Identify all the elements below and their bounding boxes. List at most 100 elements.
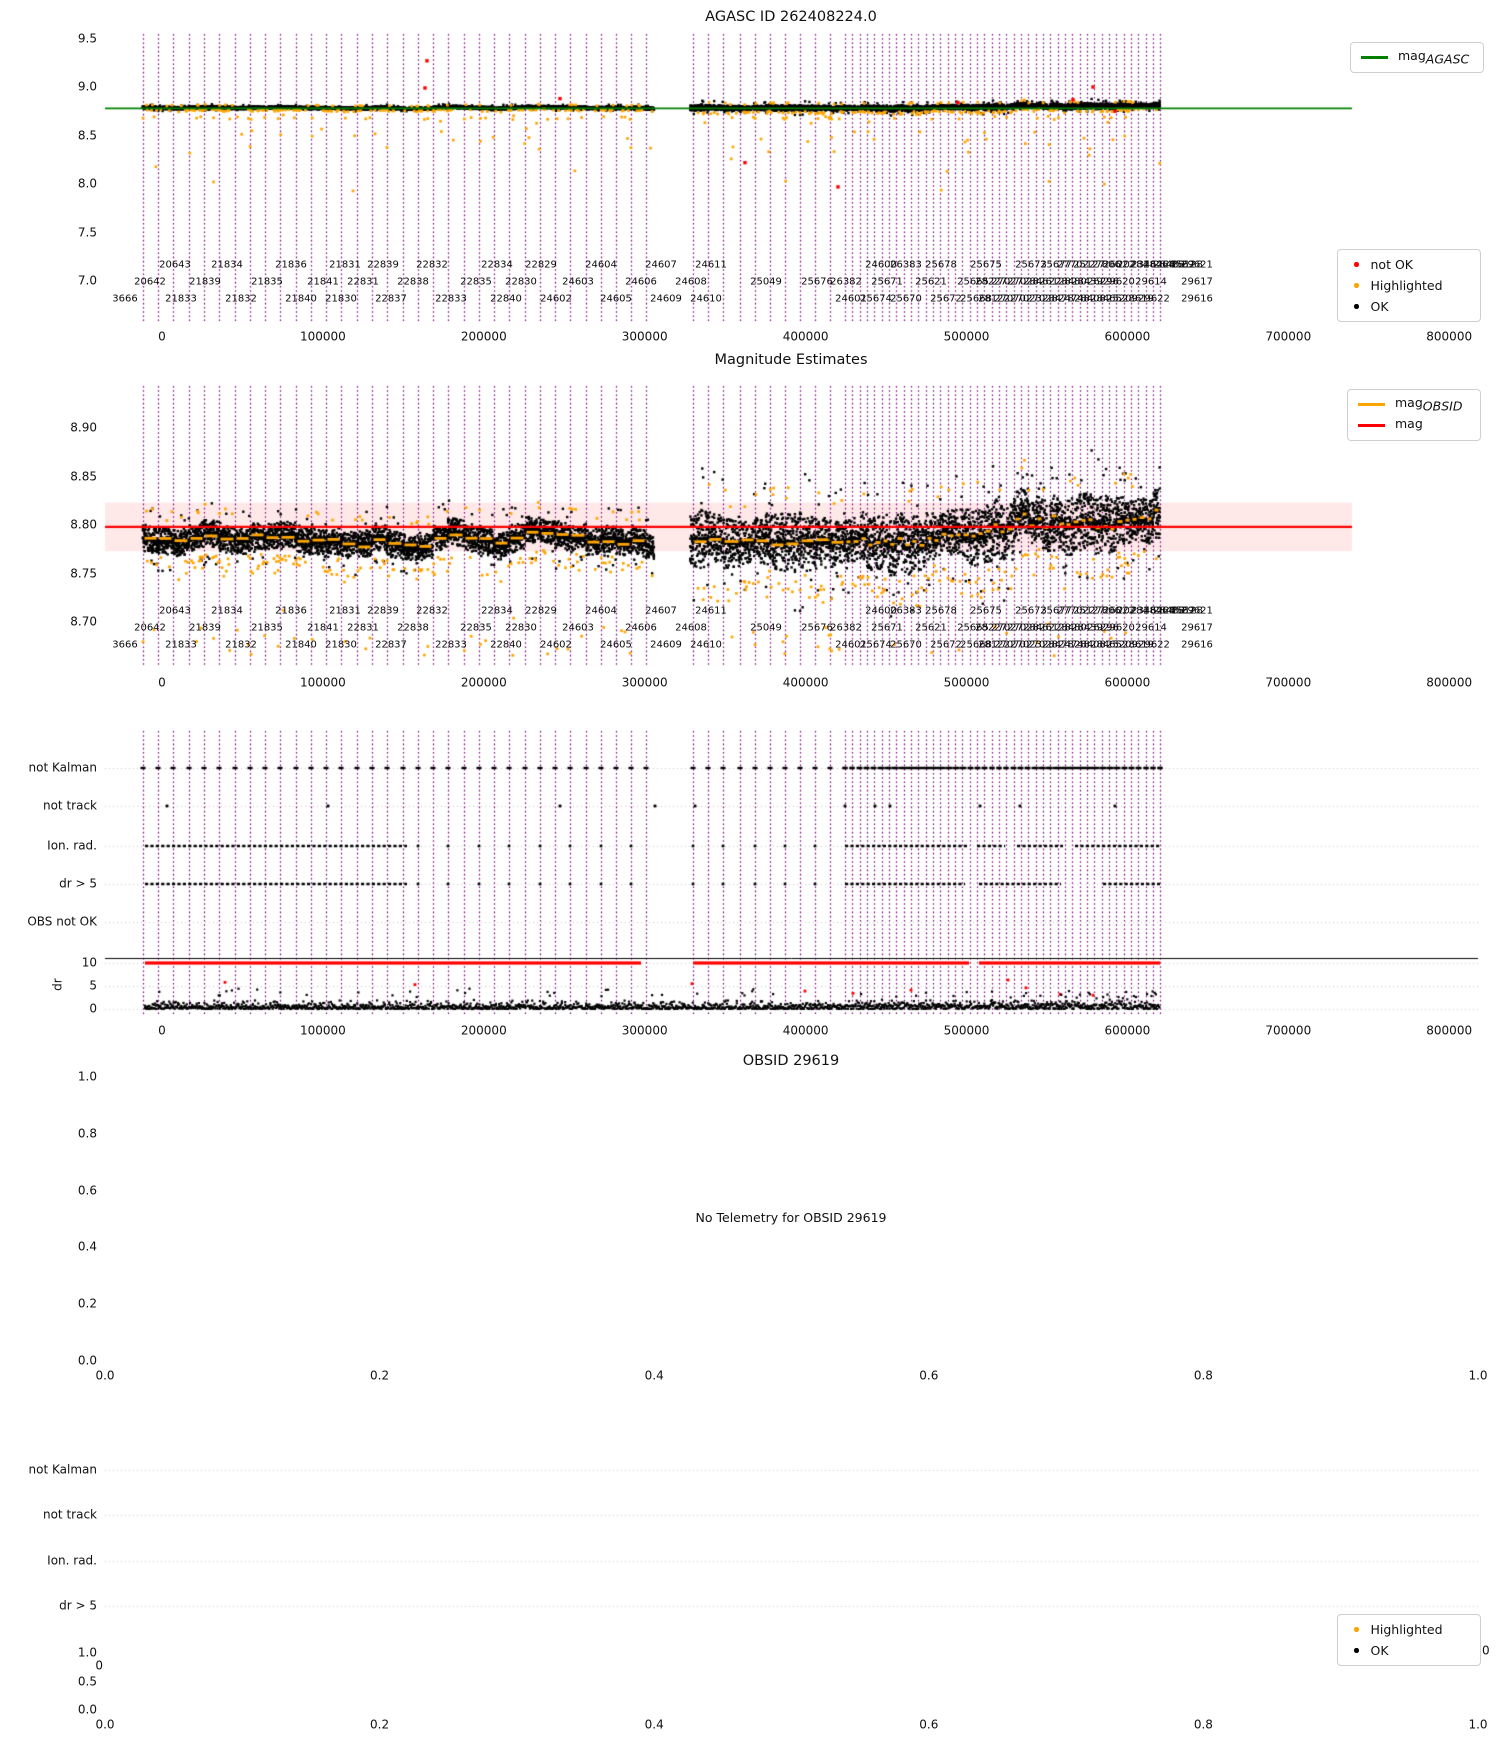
plot2-ytick: 8.90	[70, 420, 97, 435]
plot1-ytick: 8.5	[77, 127, 97, 142]
no-telemetry-message: No Telemetry for OBSID 29619	[695, 1210, 887, 1226]
obsid-label: 25672	[930, 293, 962, 305]
obsid-label: 26383	[890, 259, 922, 271]
legend-item-mag-obsid: magOBSID	[1358, 394, 1470, 415]
obsid-label: 22829	[525, 259, 557, 271]
obsid-label: 25671	[871, 276, 903, 288]
plot4-ytick: 0.0	[77, 1353, 97, 1368]
plot1-ytick: 9.0	[77, 79, 97, 94]
obsid-label: 21835	[251, 622, 283, 634]
black-dot-icon	[1354, 304, 1359, 309]
obsid-label: 21836	[275, 259, 307, 271]
obsid-label: 21833	[165, 293, 197, 305]
obsid-label: 21841	[307, 622, 339, 634]
obsid-label: 24608	[675, 276, 707, 288]
plot5-xtick: 0.6	[919, 1717, 939, 1732]
plot5-right-zero-label: 0	[1482, 1643, 1490, 1658]
obsid-label: 22840	[490, 639, 522, 651]
obsid-label: 24605	[600, 293, 632, 305]
plot5-xtick: 0.4	[644, 1717, 664, 1732]
obsid-label: 29621	[1181, 259, 1213, 271]
plot4-xtick: 0.8	[1193, 1368, 1213, 1383]
plot5-xtick: 0.2	[370, 1717, 390, 1732]
plot4-xtick: 1.0	[1468, 1368, 1488, 1383]
plot5-row-label: not track	[42, 1507, 97, 1522]
obsid-label: 25671	[871, 622, 903, 634]
obsid-label: 22839	[367, 259, 399, 271]
obsid-label: 24608	[675, 622, 707, 634]
plot3-xtick: 700000	[1265, 1023, 1312, 1038]
plot3-row-label: dr > 5	[59, 876, 97, 891]
obsid-label: 26382	[830, 622, 862, 634]
figure: AGASC ID 262408224.0 Magnitude Estimates…	[0, 0, 1500, 1750]
plot3-xtick: 100000	[299, 1023, 346, 1038]
plot4-xtick: 0.2	[370, 1368, 390, 1383]
plot3-xtick: 600000	[1104, 1023, 1151, 1038]
obsid-label: 22831	[347, 276, 379, 288]
obsid-label: 22834	[481, 259, 513, 271]
legend-label: OK	[1370, 1643, 1389, 1658]
obsid-label: 25049	[750, 276, 782, 288]
plot3-xtick: 400000	[782, 1023, 829, 1038]
obsid-label: 22838	[397, 622, 429, 634]
plot1-ytick: 7.5	[77, 224, 97, 239]
legend-label: mag	[1395, 416, 1423, 432]
plot1-xtick: 700000	[1265, 329, 1312, 344]
plot1-ytick: 7.0	[77, 273, 97, 288]
plot1-xtick: 300000	[621, 329, 668, 344]
obsid-label: 21839	[189, 622, 221, 634]
obsid-label: 25672	[930, 639, 962, 651]
plot5-xtick: 0.0	[95, 1717, 115, 1732]
legend-label: Highlighted	[1370, 278, 1443, 293]
obsid-label: 29617	[1181, 622, 1213, 634]
plot3-row-label: Ion. rad.	[47, 838, 97, 853]
obsid-label: 25675	[970, 605, 1002, 617]
plot2-xtick: 600000	[1104, 675, 1151, 690]
obsid-label: 21840	[285, 293, 317, 305]
obsid-label: 3666	[112, 639, 138, 651]
obsid-label: 24606	[625, 622, 657, 634]
obsid-label: 29614	[1135, 276, 1167, 288]
obsid-label: 25670	[890, 639, 922, 651]
legend-label: magOBSID	[1395, 395, 1463, 414]
green-line-icon	[1361, 56, 1388, 59]
obsid-label: 21841	[307, 276, 339, 288]
obsid-label: 22833	[435, 293, 467, 305]
plot1-xtick: 100000	[299, 329, 346, 344]
obsid-label: 22831	[347, 622, 379, 634]
plot4-ytick: 0.8	[77, 1126, 97, 1141]
obsid-label: 21832	[225, 639, 257, 651]
obsid-label: 22830	[505, 622, 537, 634]
plot3-xtick: 200000	[460, 1023, 507, 1038]
plot4-title: OBSID 29619	[742, 1053, 840, 1069]
legend-label: OK	[1370, 299, 1389, 314]
legend-label: magAGASC	[1398, 48, 1470, 67]
legend-item-highlighted: Highlighted	[1348, 275, 1470, 296]
dr-axis-label: dr	[50, 978, 65, 991]
obsid-label: 25676	[801, 622, 833, 634]
obsid-label: 21840	[285, 639, 317, 651]
dr-ytick: 0	[89, 1001, 97, 1016]
plot1-xtick: 200000	[460, 329, 507, 344]
plot2-xtick: 700000	[1265, 675, 1312, 690]
obsid-label: 22833	[435, 639, 467, 651]
plot2-marker-legend: Highlighted OK	[1337, 1614, 1481, 1666]
plot2-xtick: 0	[158, 675, 166, 690]
obsid-label: 25674	[860, 639, 892, 651]
obsid-label: 22835	[460, 276, 492, 288]
plot5-xtick: 1.0	[1468, 1717, 1488, 1732]
legend-label: not OK	[1370, 257, 1413, 272]
obsid-label: 29616	[1181, 639, 1213, 651]
obsid-label: 25678	[925, 259, 957, 271]
legend-item-mag-agasc: magAGASC	[1361, 47, 1473, 68]
obsid-label: 20642	[134, 276, 166, 288]
plot5-left-zero-label: 0	[95, 1658, 103, 1673]
obsid-label: 25621	[915, 276, 947, 288]
obsid-label: 24609	[650, 293, 682, 305]
obsid-label: 22839	[367, 605, 399, 617]
obsid-label: 21834	[211, 259, 243, 271]
obsid-label: 24611	[695, 259, 727, 271]
plot1-marker-legend: not OK Highlighted OK	[1337, 249, 1481, 322]
obsid-label: 29620	[1103, 276, 1135, 288]
obsid-label: 21836	[275, 605, 307, 617]
